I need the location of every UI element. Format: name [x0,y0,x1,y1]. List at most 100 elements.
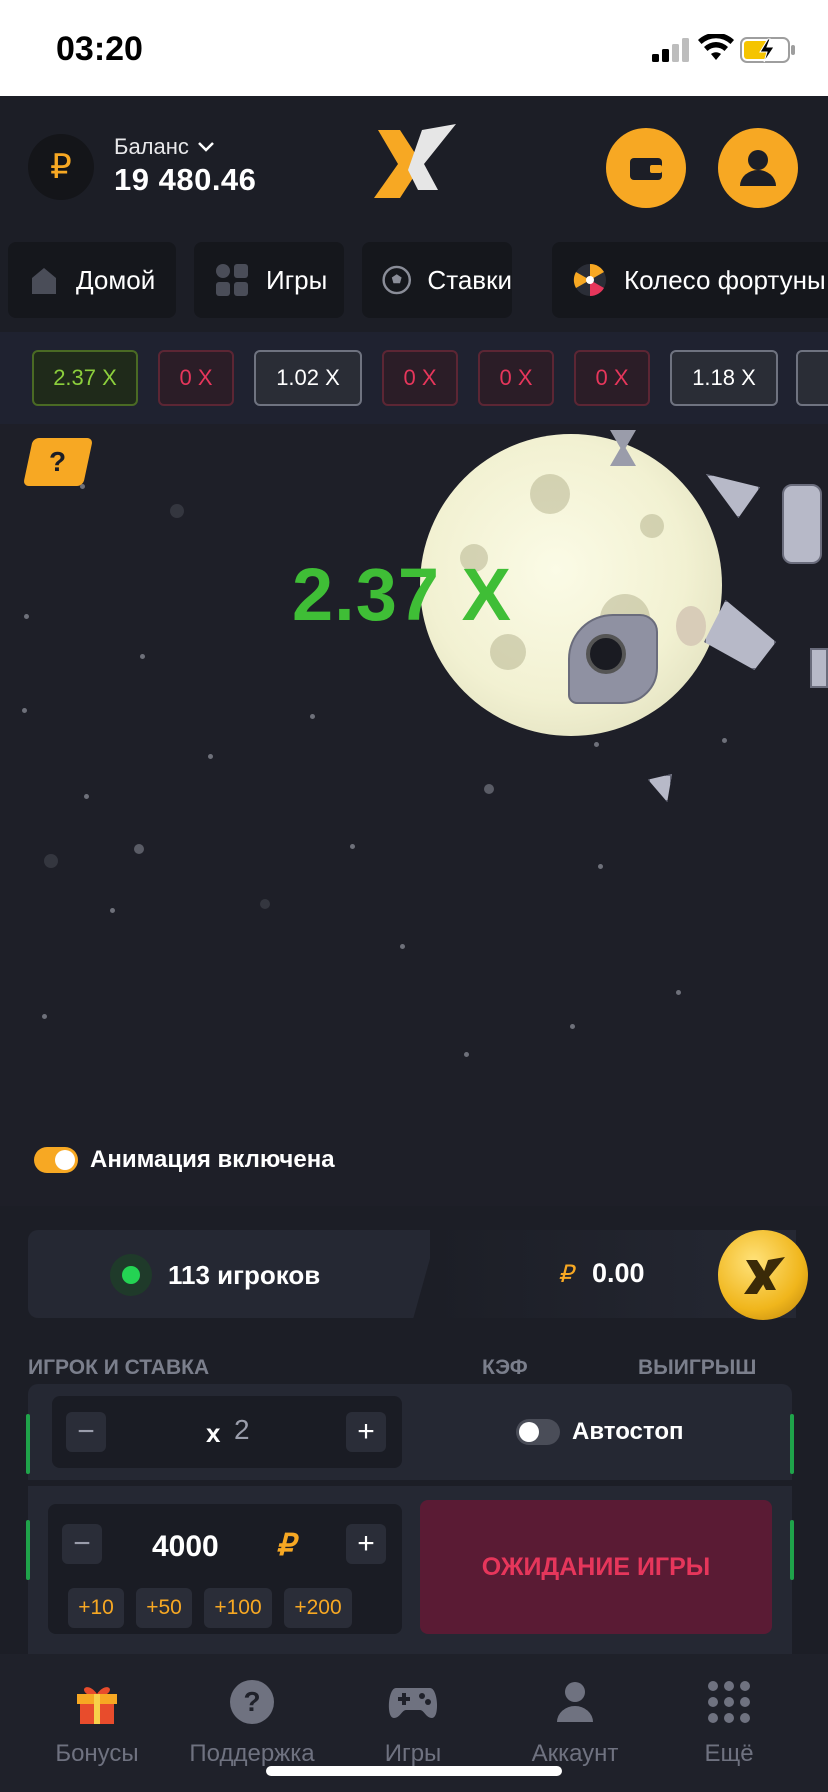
help-label: ? [49,446,67,477]
star [44,854,58,868]
star [722,738,727,743]
history-chip: 0 X [574,350,650,406]
grid-dots-icon [708,1681,750,1723]
game-canvas: ? 2.37 X Анимация включена [0,424,828,1206]
currency-badge: ₽ [28,134,94,200]
star [676,990,681,995]
history-chip: 0 X [158,350,234,406]
animation-switch[interactable] [34,1147,78,1173]
help-button[interactable]: ? [22,438,94,486]
history-chip: 1.18 X [670,350,778,406]
star [484,784,494,794]
row-accent [26,1414,30,1474]
bottom-nav-games[interactable]: Игры [338,1678,488,1768]
amount-increase-button[interactable]: + [346,1524,386,1564]
app-header: ₽ Баланс 19 480.46 [0,96,828,238]
tab-home-label: Домой [76,264,156,295]
star [260,899,270,909]
fortune-wheel-icon [573,263,606,297]
svg-text:?: ? [243,1686,260,1717]
bottom-nav-support[interactable]: ? Поддержка [177,1678,327,1768]
bet-currency: ₽ [276,1529,296,1562]
star [594,742,599,747]
rocket-debris [782,484,822,564]
star [170,504,184,518]
star [134,844,144,854]
status-bar: 03:20 [0,0,828,96]
bottom-nav-bonuses-label: Бонусы [55,1740,139,1767]
tab-bets[interactable]: Ставки [362,242,512,318]
star [110,908,115,913]
wallet-button[interactable] [606,128,686,208]
moon-crater [530,474,570,514]
tab-games[interactable]: Игры [194,242,344,318]
star [208,754,213,759]
multiplier-history: 2.37 X 0 X 1.02 X 0 X 0 X 0 X 1.18 X [0,332,828,424]
bet-panel: − x 2 + Автостоп − 4000 ₽ + +10 +50 +100… [26,1384,794,1654]
bottom-nav-more[interactable]: Ещё [654,1678,804,1768]
star [22,708,27,713]
animation-toggle[interactable]: Анимация включена [34,1146,335,1174]
nav-tabs: Домой Игры Ставки Колесо фортуны [0,242,828,320]
multiplier-decrease-button[interactable]: − [66,1412,106,1452]
bottom-nav-support-label: Поддержка [189,1740,315,1767]
multiplier-prefix: x [206,1418,221,1448]
star [598,864,603,869]
star [24,614,29,619]
rocket-debris [706,474,760,518]
pot-currency: ₽ [558,1261,574,1288]
autostop-toggle[interactable]: Автостоп [516,1418,684,1446]
star [350,844,355,849]
players-count: 113 игроков [168,1260,321,1290]
battery-charging-icon [740,37,795,63]
column-win: ВЫИГРЫШ [638,1356,757,1379]
row-accent [26,1520,30,1580]
quick-add-10-button[interactable]: +10 [68,1588,124,1628]
gift-icon [77,1687,117,1724]
star [84,794,89,799]
chevron-down-icon [198,142,214,152]
autostop-label: Автостоп [572,1418,684,1445]
bottom-nav-account-label: Аккаунт [531,1740,619,1767]
multiplier-increase-button[interactable]: + [346,1412,386,1452]
round-stats: 113 игроков ₽ 0.00 [0,1206,828,1320]
balance-label: Баланс [114,134,189,159]
current-multiplier: 2.37 X [292,553,512,636]
row-accent [790,1414,794,1474]
players-pill: 113 игроков [28,1230,438,1318]
user-icon [740,150,776,186]
star [570,1024,575,1029]
multiplier-input[interactable]: 2 [234,1414,250,1446]
home-icon [32,268,56,294]
quick-add-50-button[interactable]: +50 [136,1588,192,1628]
status-time: 03:20 [56,30,143,68]
tab-fortune-wheel[interactable]: Колесо фортуны [552,242,828,318]
history-chip: 1.02 X [254,350,362,406]
rocket-debris [648,774,672,802]
quick-add-200-button[interactable]: +200 [284,1588,352,1628]
gamepad-icon [388,1688,438,1718]
row-accent [790,1520,794,1580]
profile-button[interactable] [718,128,798,208]
bottom-nav-bonuses[interactable]: Бонусы [22,1678,172,1768]
animation-label: Анимация включена [90,1146,335,1173]
place-bet-button[interactable]: ОЖИДАНИЕ ИГРЫ [420,1500,772,1634]
soccer-ball-icon [382,265,412,295]
column-coef: КЭФ [482,1356,528,1379]
bottom-nav-account[interactable]: Аккаунт [500,1678,650,1768]
bet-amount-input[interactable]: 4000 [152,1530,219,1564]
history-chip: 0 X [382,350,458,406]
amount-decrease-button[interactable]: − [62,1524,102,1564]
star [42,1014,47,1019]
star [464,1052,469,1057]
star [310,714,315,719]
quick-add-100-button[interactable]: +100 [204,1588,272,1628]
moon-crater [640,514,664,538]
history-chip-partial [796,350,828,406]
history-chip: 2.37 X [32,350,138,406]
online-indicator-icon [110,1254,152,1296]
autostop-switch[interactable] [516,1419,560,1445]
tab-home[interactable]: Домой [8,242,176,318]
balance-dropdown[interactable]: Баланс [114,134,215,160]
home-indicator[interactable] [266,1766,562,1776]
